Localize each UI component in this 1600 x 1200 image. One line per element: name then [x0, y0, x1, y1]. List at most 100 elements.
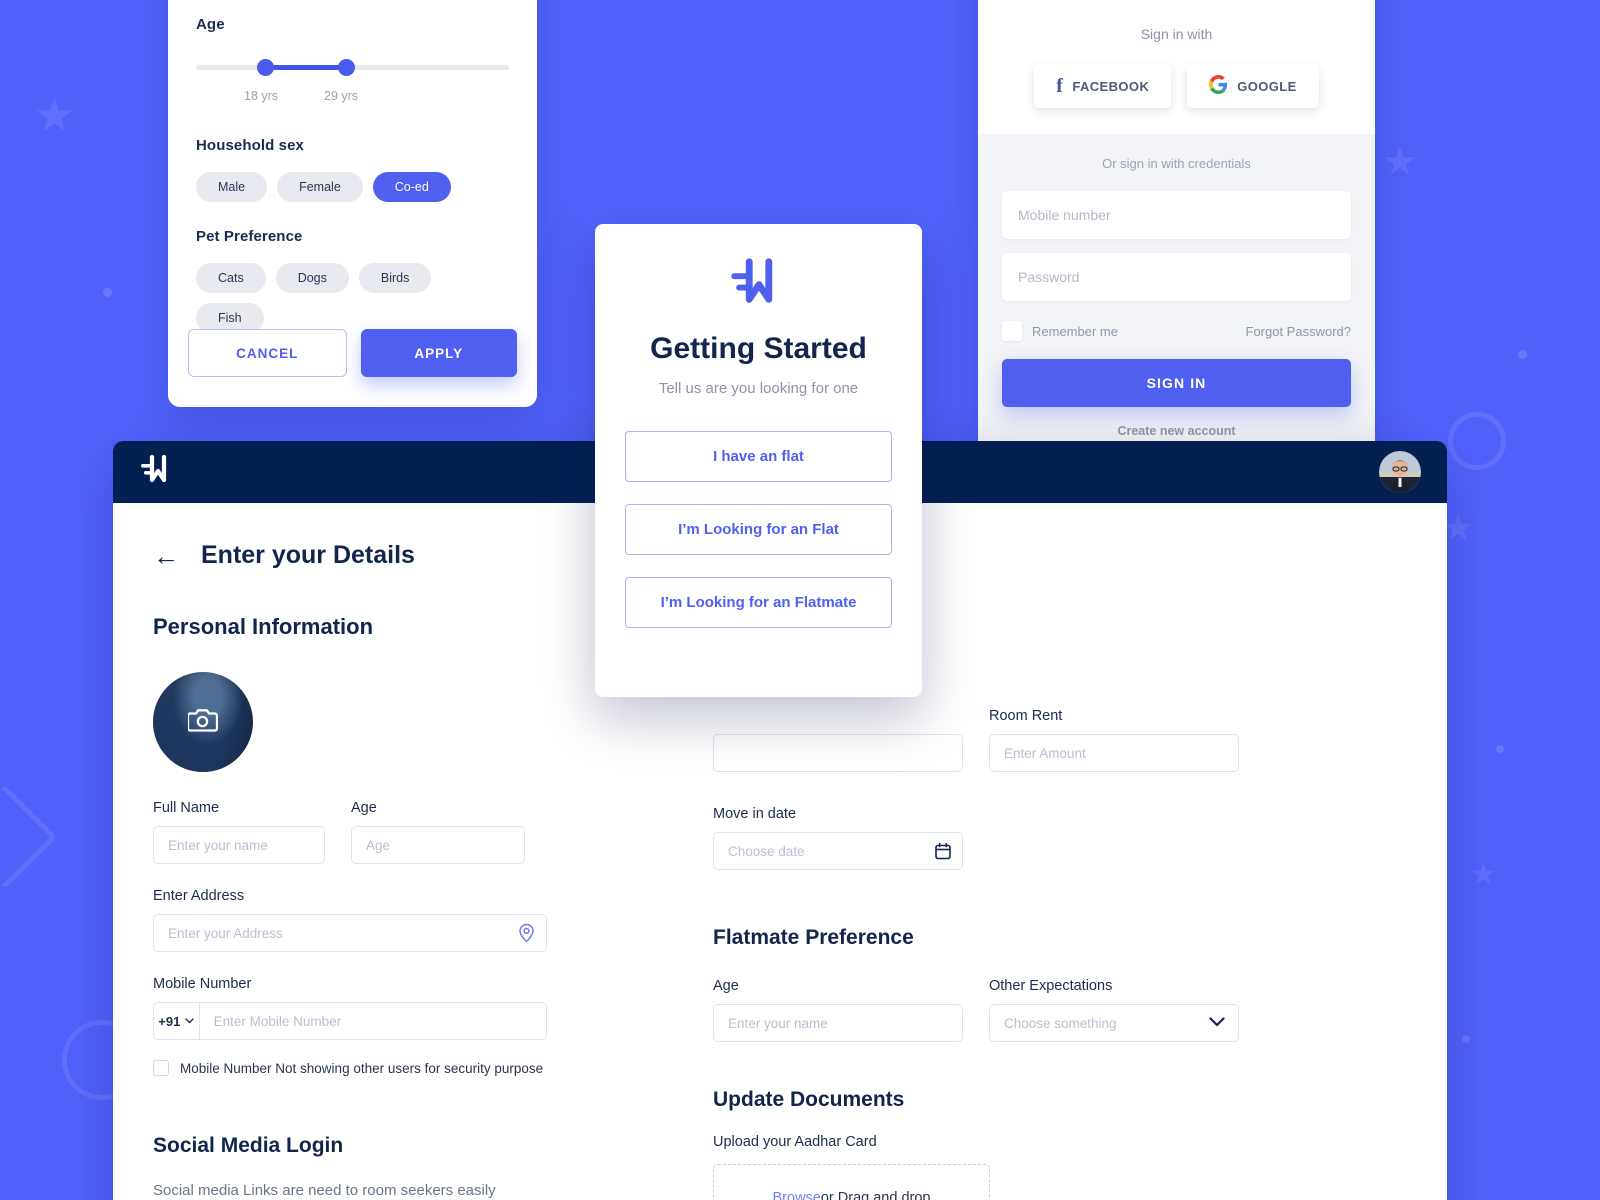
- name-age-row: Full Name Age: [153, 800, 653, 864]
- move-in-date-field: Move in date: [713, 806, 963, 870]
- signin-panel: Sign in with f FACEBOOK GOOGLE Or sign i…: [978, 0, 1375, 468]
- other-expectations-select[interactable]: [989, 1004, 1239, 1042]
- remember-me-checkbox[interactable]: Remember me: [1002, 321, 1118, 341]
- age-max-value: 29 yrs: [324, 89, 359, 103]
- other-expectations-wrap: [989, 1004, 1239, 1042]
- decorative-star-icon: ★: [34, 89, 76, 141]
- aadhar-dropzone[interactable]: Browse or Drag and drop: [713, 1164, 990, 1200]
- hidden-label: [713, 708, 963, 724]
- camera-icon: [186, 707, 219, 738]
- country-code-value: +91: [158, 1013, 181, 1029]
- privacy-checkbox[interactable]: [153, 1060, 169, 1076]
- slider-knob-max[interactable]: [338, 59, 355, 76]
- flatmate-age-label: Age: [713, 978, 739, 994]
- age-range-slider[interactable]: [196, 51, 509, 87]
- slider-knob-min[interactable]: [257, 59, 274, 76]
- chip-birds[interactable]: Birds: [358, 263, 432, 293]
- chip-dogs[interactable]: Dogs: [275, 263, 349, 293]
- household-sex-options: Male Female Co-ed: [196, 172, 509, 202]
- personal-information-heading: Personal Information: [153, 614, 374, 639]
- mobile-number-label: Mobile Number: [153, 976, 252, 992]
- filter-actions: CANCEL APPLY: [188, 329, 517, 377]
- address-input[interactable]: [153, 914, 547, 952]
- option-looking-for-flatmate[interactable]: I’m Looking for an Flatmate: [625, 577, 892, 628]
- move-in-date-label: Move in date: [713, 806, 797, 822]
- decorative-circle: [1448, 412, 1506, 470]
- facebook-signin-button[interactable]: f FACEBOOK: [1034, 64, 1172, 108]
- household-sex-label: Household sex: [196, 137, 304, 154]
- sign-in-with-label: Sign in with: [1140, 26, 1213, 42]
- sign-in-button[interactable]: SIGN IN: [1002, 359, 1351, 407]
- other-expectations-field: Other Expectations: [989, 978, 1239, 1042]
- aadhar-upload-label: Upload your Aadhar Card: [713, 1134, 877, 1150]
- flatmate-preference-heading: Flatmate Preference: [713, 926, 914, 949]
- move-in-date-input[interactable]: [713, 832, 963, 870]
- option-i-have-a-flat[interactable]: I have an flat: [625, 431, 892, 482]
- privacy-checkbox-label: Mobile Number Not showing other users fo…: [180, 1060, 544, 1076]
- browse-link[interactable]: Browse: [773, 1190, 821, 1200]
- google-icon: [1209, 75, 1228, 97]
- page-header: ← Enter your Details: [153, 541, 653, 570]
- phone-row: +91: [153, 1002, 547, 1040]
- checkbox-box: [1002, 321, 1022, 341]
- google-signin-button[interactable]: GOOGLE: [1187, 64, 1319, 108]
- social-signin-section: Sign in with f FACEBOOK GOOGLE: [978, 0, 1375, 134]
- chip-coed[interactable]: Co-ed: [372, 172, 451, 202]
- credentials-label: Or sign in with credentials: [1102, 156, 1251, 171]
- other-expectations-label: Other Expectations: [989, 978, 1113, 994]
- location-pin-icon[interactable]: [518, 923, 535, 943]
- chip-cats[interactable]: Cats: [196, 263, 266, 293]
- decorative-chevron: [0, 784, 58, 890]
- chip-male[interactable]: Male: [196, 172, 268, 202]
- chevron-down-icon: [185, 1018, 195, 1024]
- decorative-dot: [1518, 350, 1527, 359]
- apply-button[interactable]: APPLY: [360, 329, 517, 377]
- update-documents-heading: Update Documents: [713, 1088, 905, 1111]
- room-rent-input[interactable]: [989, 734, 1239, 772]
- full-name-label: Full Name: [153, 800, 220, 816]
- cancel-button[interactable]: CANCEL: [188, 329, 347, 377]
- hidden-input[interactable]: [713, 734, 963, 772]
- decorative-dot: [1462, 1035, 1470, 1043]
- remember-me-label: Remember me: [1032, 323, 1118, 339]
- mobile-number-input[interactable]: [1002, 191, 1351, 239]
- age-field: Age: [351, 800, 525, 864]
- modal-logo-icon: [625, 258, 892, 308]
- create-account-link[interactable]: Create new account: [1002, 407, 1351, 438]
- getting-started-modal: Getting Started Tell us are you looking …: [595, 224, 922, 697]
- decorative-star-icon: ★: [1382, 140, 1418, 184]
- decorative-star-icon: ★: [1470, 858, 1497, 891]
- address-label: Enter Address: [153, 888, 245, 904]
- app-logo-icon[interactable]: [139, 454, 177, 490]
- full-name-field: Full Name: [153, 800, 325, 864]
- pet-preference-label: Pet Preference: [196, 228, 303, 245]
- mobile-number-input[interactable]: [198, 1002, 547, 1040]
- full-name-input[interactable]: [153, 826, 325, 864]
- modal-title: Getting Started: [650, 332, 867, 365]
- room-rent-field: Room Rent: [989, 708, 1239, 772]
- page-title: Enter your Details: [201, 541, 415, 569]
- rent-row: Room Rent: [713, 708, 1273, 772]
- age-label: Age: [351, 800, 377, 816]
- modal-subtitle: Tell us are you looking for one: [658, 380, 859, 397]
- forgot-password-link[interactable]: Forgot Password?: [1246, 324, 1352, 339]
- social-media-description: Social media Links are need to room seek…: [153, 1182, 496, 1199]
- chip-female[interactable]: Female: [277, 172, 363, 202]
- mobile-number-field: Mobile Number +91: [153, 976, 547, 1040]
- drag-drop-label: or Drag and drop: [820, 1190, 931, 1200]
- privacy-checkbox-row[interactable]: Mobile Number Not showing other users fo…: [153, 1060, 653, 1076]
- option-looking-for-flat[interactable]: I’m Looking for an Flat: [625, 504, 892, 555]
- back-arrow-icon[interactable]: ←: [153, 543, 179, 569]
- facebook-label: FACEBOOK: [1072, 78, 1150, 94]
- avatar-upload[interactable]: [153, 672, 253, 772]
- flatmate-preference-row: Age Other Expectations: [713, 978, 1273, 1042]
- age-input[interactable]: [351, 826, 525, 864]
- country-code-select[interactable]: +91: [153, 1002, 199, 1040]
- address-input-wrap: [153, 914, 547, 952]
- password-input[interactable]: [1002, 253, 1351, 301]
- flatmate-age-input[interactable]: [713, 1004, 963, 1042]
- signin-options-row: Remember me Forgot Password?: [1002, 321, 1351, 341]
- slider-fill: [264, 65, 345, 70]
- calendar-icon[interactable]: [935, 842, 951, 860]
- user-avatar[interactable]: [1379, 451, 1421, 493]
